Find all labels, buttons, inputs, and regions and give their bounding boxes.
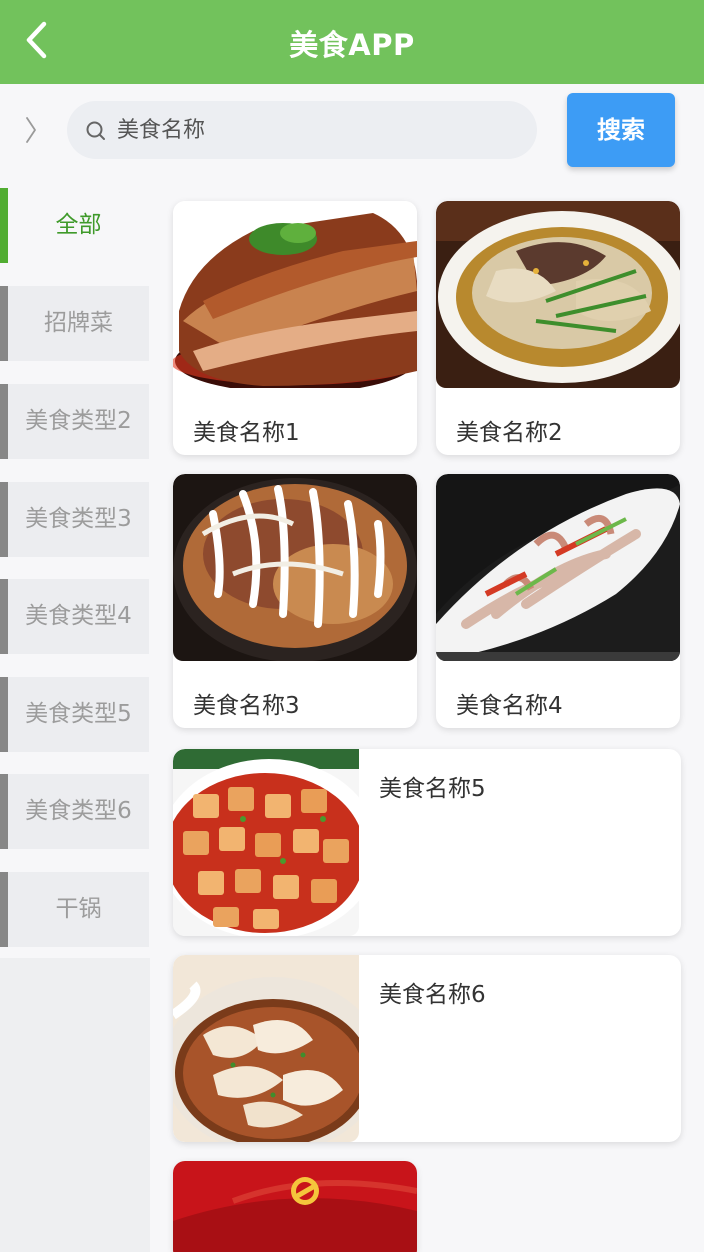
- food-image: [173, 749, 359, 936]
- sidebar-item-all[interactable]: 全部: [0, 188, 149, 263]
- category-sidebar: 全部 招牌菜 美食类型2 美食类型3 美食类型4 美食类型5 美食类型6 干锅: [0, 188, 150, 1252]
- sidebar-item-type5[interactable]: 美食类型5: [0, 677, 149, 752]
- food-image: [436, 201, 680, 388]
- search-field[interactable]: [67, 101, 537, 159]
- sidebar-background: [0, 958, 150, 1252]
- food-card[interactable]: 美食名称4: [436, 474, 680, 728]
- food-card[interactable]: 美食名称1: [173, 201, 417, 455]
- food-name: 美食名称6: [379, 982, 486, 1008]
- food-name: 美食名称2: [456, 420, 563, 446]
- search-bar: 搜索: [0, 84, 704, 188]
- search-button[interactable]: 搜索: [567, 93, 675, 167]
- sidebar-item-type4[interactable]: 美食类型4: [0, 579, 149, 654]
- sidebar-item-signature[interactable]: 招牌菜: [0, 286, 149, 361]
- food-name: 美食名称3: [193, 693, 300, 719]
- app-title: 美食APP: [289, 28, 415, 62]
- app-header: 美食APP: [0, 0, 704, 84]
- food-card[interactable]: 美食名称6: [173, 955, 681, 1142]
- expand-sidebar-button[interactable]: [18, 110, 42, 150]
- sidebar-item-drypot[interactable]: 干锅: [0, 872, 149, 947]
- food-image: [173, 474, 417, 661]
- sidebar-item-type6[interactable]: 美食类型6: [0, 774, 149, 849]
- food-name: 美食名称5: [379, 776, 486, 802]
- sidebar-item-type2[interactable]: 美食类型2: [0, 384, 149, 459]
- food-image: [173, 955, 359, 1142]
- food-card[interactable]: 美食名称5: [173, 749, 681, 936]
- food-name: 美食名称1: [193, 420, 300, 446]
- sidebar-item-type3[interactable]: 美食类型3: [0, 482, 149, 557]
- food-card[interactable]: [173, 1161, 417, 1252]
- search-input[interactable]: [117, 109, 517, 151]
- search-icon: [86, 121, 105, 140]
- food-name: 美食名称4: [456, 693, 563, 719]
- food-image: [173, 1161, 417, 1252]
- food-image: [173, 201, 417, 388]
- food-image: [436, 474, 680, 661]
- food-card[interactable]: 美食名称2: [436, 201, 680, 455]
- food-card[interactable]: 美食名称3: [173, 474, 417, 728]
- chevron-right-icon: [26, 117, 36, 143]
